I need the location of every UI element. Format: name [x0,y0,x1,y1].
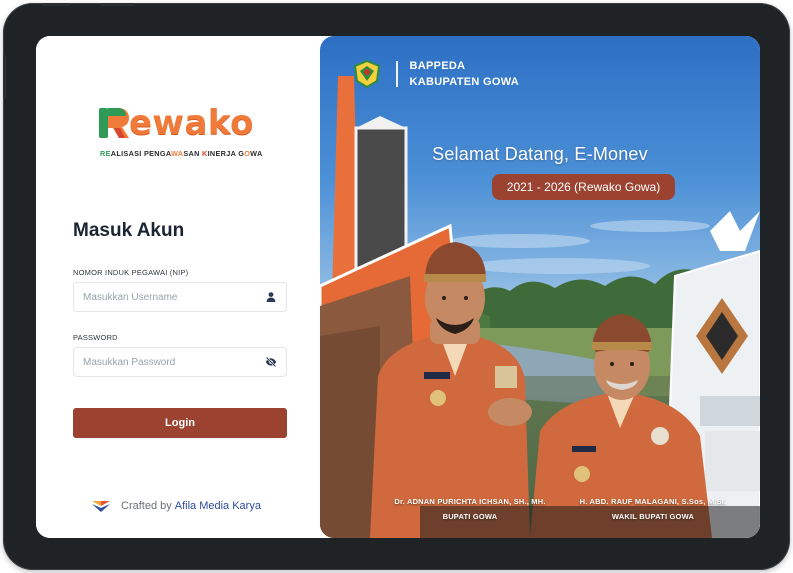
credit-line: Crafted by Afila Media Karya [91,499,261,513]
user-icon [266,292,276,302]
person2-name: H. ABD. RAUF MALAGANI, S.Sos, M.SI. [579,497,727,506]
rewako-logo: ewako REALISASI PENGAWASAN KINERJA GOWA [98,102,268,162]
password-label: PASSWORD [73,333,118,342]
person2-caption: H. ABD. RAUF MALAGANI, S.Sos, M.SI. WAKI… [568,494,738,524]
password-input[interactable] [74,348,259,376]
agency-line2: KABUPATEN GOWA [409,76,520,88]
top-button-left [43,3,69,6]
agency-line1: BAPPEDA [409,60,466,72]
credit-prefix: Crafted by [121,500,172,512]
volume-button [3,55,6,99]
person1-name: Dr. ADNAN PURICHTA ICHSAN, SH., MH. [394,497,546,506]
password-field[interactable] [73,347,287,377]
login-panel: ewako REALISASI PENGAWASAN KINERJA GOWA … [36,36,326,538]
hero-illustration [320,76,760,538]
heart-logo-icon [92,501,110,512]
header-divider [396,61,398,87]
login-button[interactable]: Login [73,408,287,438]
logo-wordmark: ewako [129,103,254,143]
top-button-right [101,3,135,6]
credit-brand-link[interactable]: Afila Media Karya [175,500,261,512]
person1-title: BUPATI GOWA [442,512,498,521]
page-title: Masuk Akun [73,220,185,241]
agency-name: BAPPEDA KABUPATEN GOWA [410,58,520,90]
eye-off-icon[interactable] [265,356,277,368]
username-field[interactable] [73,282,287,312]
period-badge: 2021 - 2026 (Rewako Gowa) [492,174,675,200]
gowa-emblem-icon [353,59,381,89]
hero-panel: BAPPEDA KABUPATEN GOWA Selamat Datang, E… [320,36,760,538]
rewako-r-mark-icon [99,108,129,138]
hero-header: BAPPEDA KABUPATEN GOWA [352,58,519,90]
logo-tagline: REALISASI PENGAWASAN KINERJA GOWA [100,149,263,158]
nip-label: NOMOR INDUK PEGAWAI (NIP) [73,268,189,277]
person1-caption: Dr. ADNAN PURICHTA ICHSAN, SH., MH. BUPA… [390,494,550,524]
screen: ewako REALISASI PENGAWASAN KINERJA GOWA … [36,36,760,538]
person2-title: WAKIL BUPATI GOWA [611,512,695,521]
username-input[interactable] [74,283,259,311]
welcome-heading: Selamat Datang, E-Monev [432,144,648,164]
